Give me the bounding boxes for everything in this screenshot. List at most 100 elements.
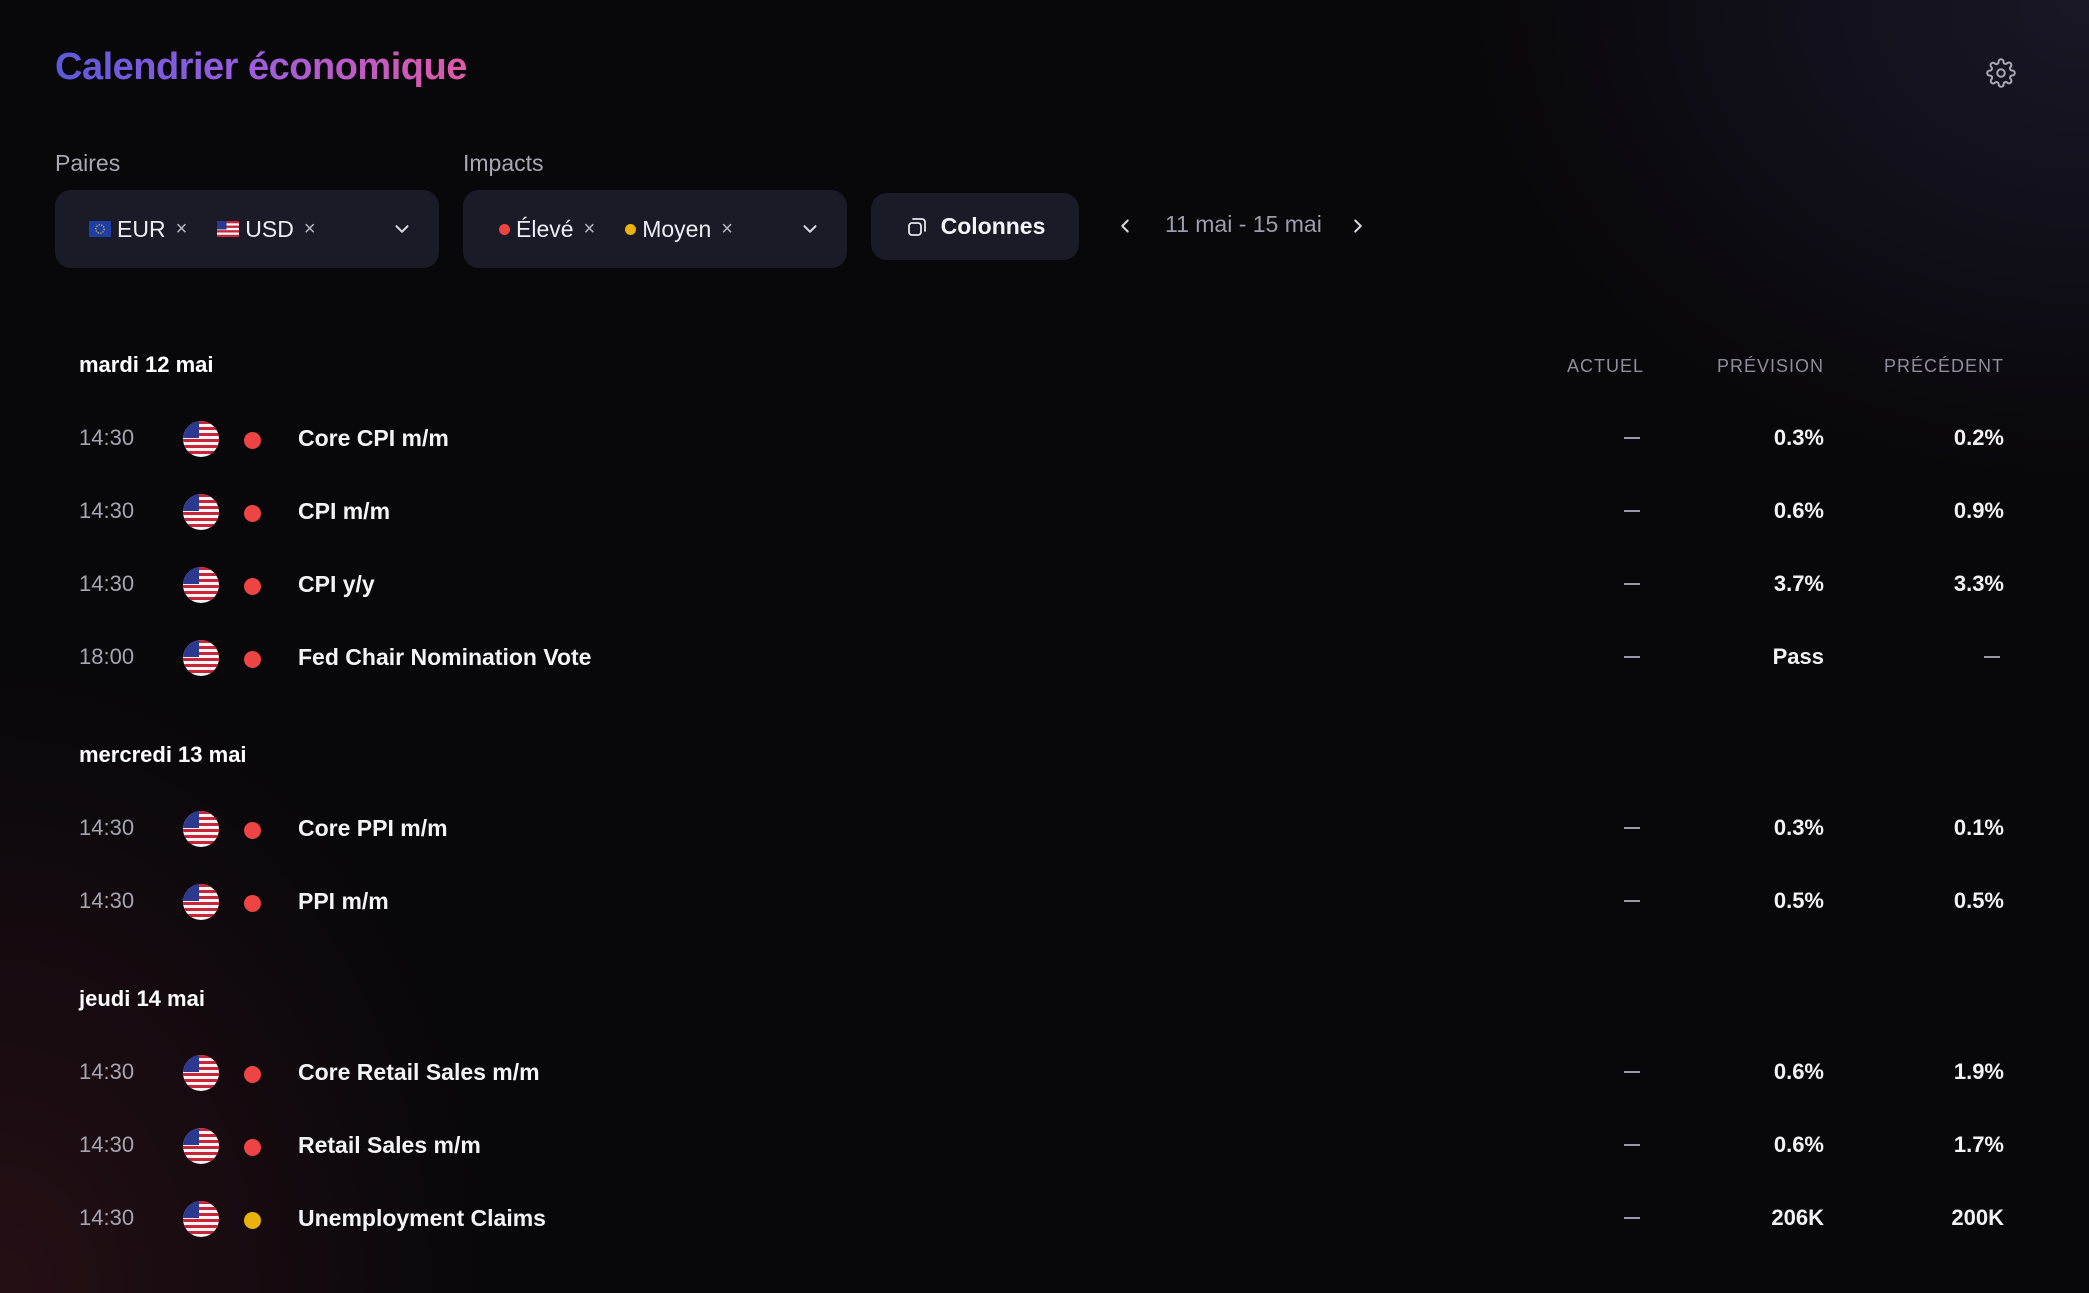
remove-medium-button[interactable]: ×: [721, 218, 733, 241]
eu-flag-icon: [89, 221, 111, 237]
impacts-label: Impacts: [463, 150, 544, 176]
impact-chip-medium: Moyen ×: [625, 216, 733, 243]
settings-button[interactable]: [1983, 55, 2019, 91]
impact-dot-high: [244, 432, 261, 449]
column-header-previous: PRÉCÉDENT: [1883, 356, 2004, 376]
pairs-select[interactable]: EUR × USD ×: [55, 190, 439, 268]
event-time: 18:00: [79, 644, 135, 669]
actual-value-empty: [1624, 583, 1640, 585]
event-row[interactable]: 18:00Fed Chair Nomination Vote—Pass—: [0, 636, 2089, 676]
event-time: 14:30: [79, 498, 135, 523]
prev-week-button[interactable]: [1112, 213, 1138, 239]
previous-value: 1.9%: [1953, 1059, 2004, 1084]
event-row[interactable]: 14:30 PPI m/m — 0.5% 0.5%: [0, 880, 2089, 920]
event-name: Fed Chair Nomination Vote: [298, 644, 592, 670]
columns-icon: [907, 217, 926, 236]
actual-value-empty: [1624, 827, 1640, 829]
us-flag-icon: [183, 811, 219, 847]
columns-button[interactable]: Colonnes: [871, 193, 1079, 260]
country-flag: [183, 494, 219, 530]
previous-value: 0.1%: [1953, 815, 2004, 840]
event-row[interactable]: 14:30 Retail Sales m/m — 0.6% 1.7%: [0, 1124, 2089, 1164]
event-name: Core CPI m/m: [298, 425, 449, 451]
date-range: 11 mai - 15 mai: [1165, 211, 1322, 237]
event-row[interactable]: 14:30 Core Retail Sales m/m — 0.6% 1.9%: [0, 1051, 2089, 1091]
impact-chip-label: Élevé: [516, 215, 574, 242]
us-flag-icon: [183, 1055, 219, 1091]
impact-dot-high: [244, 822, 261, 839]
chevron-down-icon[interactable]: [799, 218, 821, 240]
forecast-value: 0.6%: [1773, 498, 1824, 523]
impact-dot-high: [244, 578, 261, 595]
country-flag: [183, 1055, 219, 1091]
actual-value: —: [0, 636, 1, 637]
actual-value-empty: [1624, 1144, 1640, 1146]
remove-eur-button[interactable]: ×: [176, 218, 188, 241]
event-name: Unemployment Claims: [298, 1205, 546, 1231]
event-time: 14:30: [79, 815, 135, 840]
forecast-value: 206K: [1771, 1205, 1824, 1230]
pair-chip-usd: USD ×: [217, 216, 316, 243]
event-time: 14:30: [79, 425, 135, 450]
event-time: 14:30: [79, 1132, 135, 1157]
us-flag-icon: [183, 1201, 219, 1237]
event-row[interactable]: 14:30 Core CPI m/m — 0.3% 0.2%: [0, 417, 2089, 457]
event-time: 14:30: [79, 1205, 135, 1230]
actual-value: —: [0, 807, 1, 808]
actual-value-empty: [1624, 437, 1640, 439]
event-name: CPI m/m: [298, 498, 391, 524]
event-row[interactable]: 14:30 Core PPI m/m — 0.3% 0.1%: [0, 807, 2089, 847]
remove-usd-button[interactable]: ×: [304, 218, 316, 241]
column-header-forecast: PRÉVISION: [1716, 356, 1824, 376]
impact-dot-high: [244, 505, 261, 522]
event-row[interactable]: 14:30 CPI m/m — 0.6% 0.9%: [0, 490, 2089, 530]
country-flag: [183, 1201, 219, 1237]
event-row[interactable]: 14:30 CPI y/y — 3.7% 3.3%: [0, 563, 2089, 603]
pair-chip-eur: EUR ×: [89, 216, 187, 243]
actual-value-empty: [1624, 900, 1640, 902]
chevron-down-icon[interactable]: [391, 218, 413, 240]
impact-dot-high: [244, 895, 261, 912]
previous-value: 0.9%: [1953, 498, 2004, 523]
impact-chip-label: Moyen: [642, 215, 712, 242]
previous-value: 0.5%: [1953, 888, 2004, 913]
previous-value-empty: [1984, 656, 2000, 658]
day-header: jeudi 14 mai: [79, 986, 205, 1011]
chevron-left-icon: [1121, 219, 1129, 233]
event-time: 14:30: [79, 1059, 135, 1084]
forecast-value: Pass: [1772, 644, 1824, 669]
medium-impact-dot: [625, 223, 637, 235]
us-flag-icon: [217, 221, 240, 237]
actual-value: —: [0, 1051, 1, 1052]
event-row[interactable]: 14:30 Unemployment Claims — 206K 200K: [0, 1197, 2089, 1237]
actual-value: —: [0, 417, 1, 418]
impact-dot-high: [244, 651, 261, 668]
actual-value: —: [0, 1197, 1, 1198]
impact-dot-medium: [244, 1212, 261, 1229]
actual-value: —: [0, 490, 1, 491]
us-flag-icon: [183, 494, 219, 530]
event-name: CPI y/y: [298, 571, 375, 597]
impacts-select[interactable]: Élevé × Moyen ×: [463, 190, 847, 268]
forecast-value: 0.3%: [1773, 815, 1824, 840]
forecast-value: 0.6%: [1773, 1132, 1824, 1157]
actual-value: —: [0, 1124, 1, 1125]
next-week-button[interactable]: [1345, 213, 1371, 239]
previous-value: 1.7%: [1953, 1132, 2004, 1157]
forecast-value: 0.6%: [1773, 1059, 1824, 1084]
impact-chip-high: Élevé ×: [499, 216, 595, 243]
country-flag: [183, 884, 219, 920]
country-flag: [183, 421, 219, 457]
previous-value: —: [0, 636, 1, 637]
actual-value: —: [0, 563, 1, 564]
pairs-label: Paires: [55, 150, 121, 176]
remove-high-button[interactable]: ×: [584, 218, 596, 241]
chevron-right-icon: [1354, 219, 1362, 233]
event-time: 14:30: [79, 888, 135, 913]
country-flag: [183, 567, 219, 603]
forecast-value: 3.7%: [1773, 571, 1824, 596]
actual-value-empty: [1624, 1217, 1640, 1219]
forecast-value: 0.5%: [1773, 888, 1824, 913]
pair-chip-label: EUR: [117, 215, 166, 242]
us-flag-icon: [183, 567, 219, 603]
